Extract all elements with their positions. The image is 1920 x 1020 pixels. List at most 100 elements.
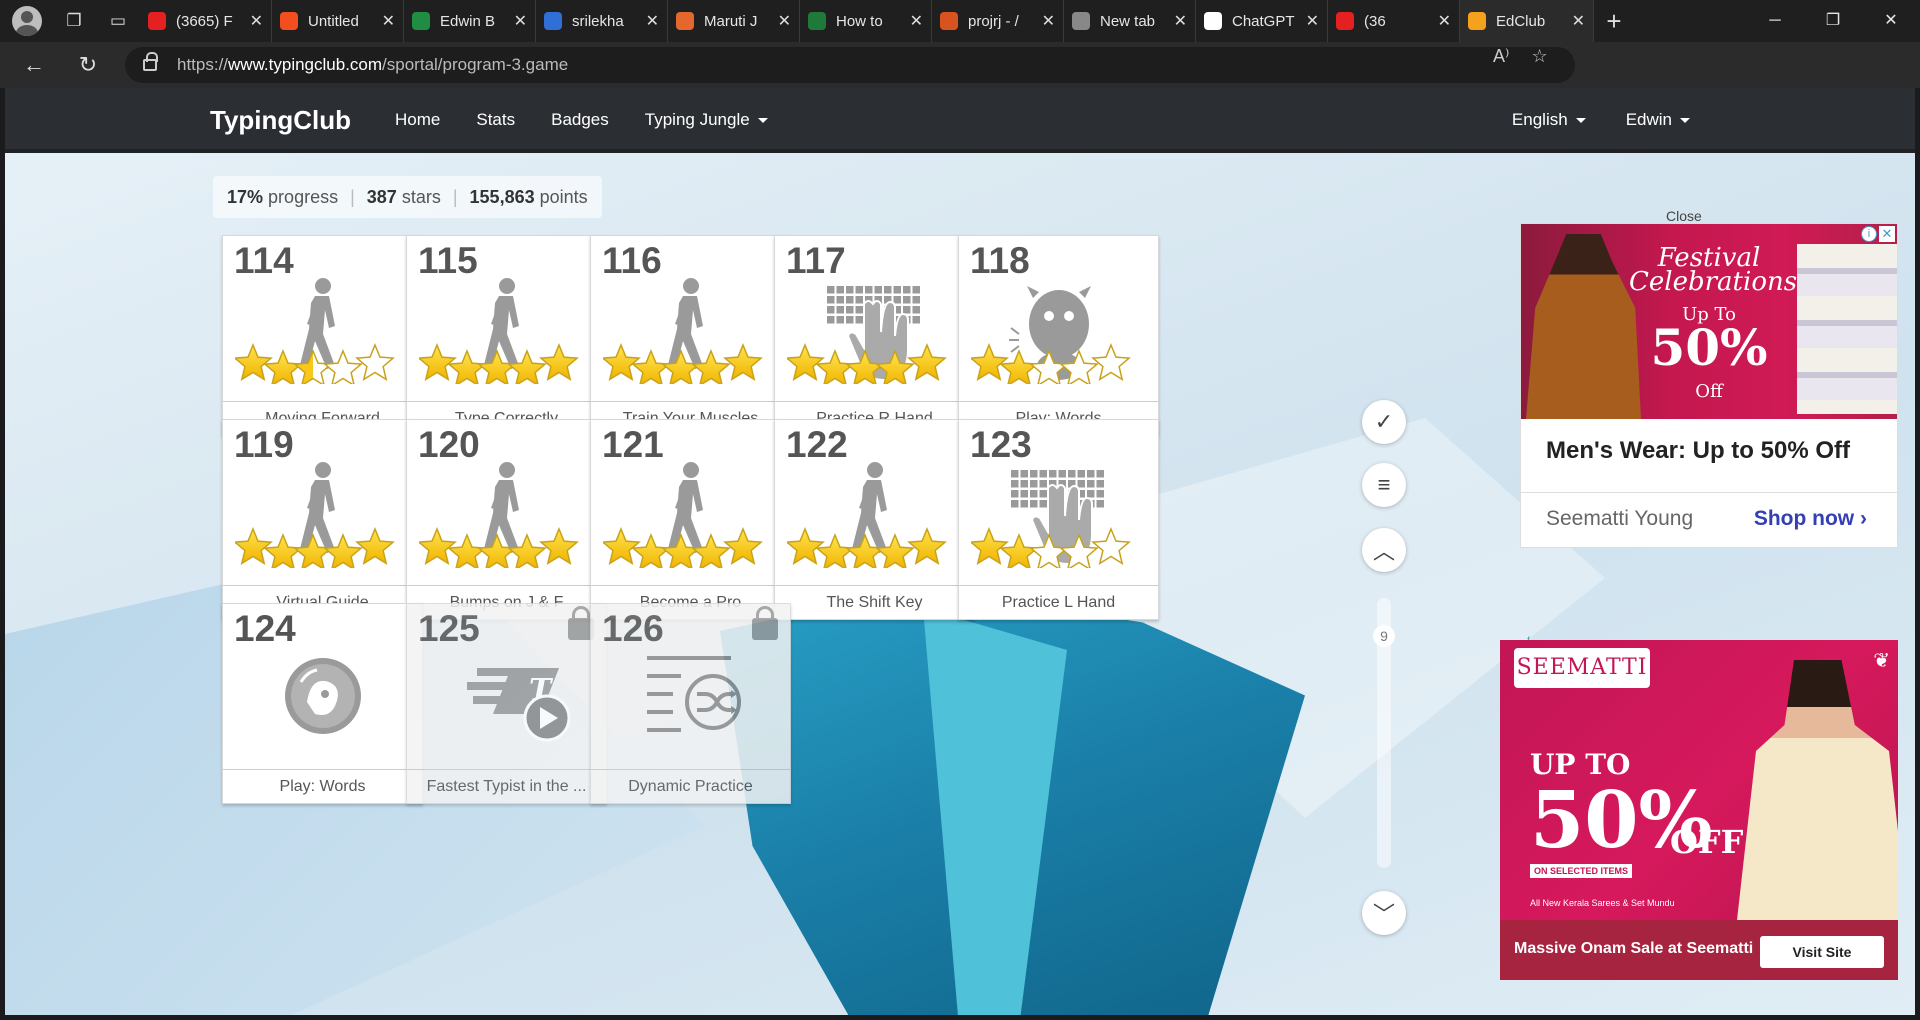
tab-close-icon[interactable]: ✕ xyxy=(1438,11,1451,31)
favorite-star-icon[interactable]: ☆ xyxy=(1531,46,1547,67)
star-icon xyxy=(691,349,731,387)
ad-close-link[interactable]: Close xyxy=(1666,208,1702,224)
tab-close-icon[interactable]: ✕ xyxy=(778,11,791,31)
url-bar[interactable]: https://www.typingclub.com/sportal/progr… xyxy=(125,47,1575,83)
tab-title: New tab xyxy=(1100,12,1156,30)
workspaces-icon[interactable]: ❐ xyxy=(60,7,88,35)
menu-button[interactable]: ≡ xyxy=(1362,463,1406,507)
tab-close-icon[interactable]: ✕ xyxy=(1174,11,1187,31)
tab-close-icon[interactable]: ✕ xyxy=(514,11,527,31)
ad-brand-mark-icon: ❦ xyxy=(1873,650,1890,672)
star-icon xyxy=(691,533,731,571)
site-logo[interactable]: TypingClub xyxy=(210,105,351,136)
lesson-card[interactable]: 123 Practice L Hand xyxy=(958,419,1159,620)
browser-tab[interactable]: How to ✕ xyxy=(800,0,932,42)
lesson-card[interactable]: 118Play: Words xyxy=(958,235,1159,436)
nav-home[interactable]: Home xyxy=(395,110,440,130)
language-dropdown[interactable]: English xyxy=(1512,110,1586,130)
ad-seematti-mens[interactable]: Close Festival Celebrations Up To 50% Of… xyxy=(1520,208,1898,548)
scroll-down-button[interactable]: ﹀ xyxy=(1362,891,1406,935)
tab-close-icon[interactable]: ✕ xyxy=(1042,11,1055,31)
lesson-card[interactable]: 116Train Your Muscles xyxy=(590,235,791,436)
tab-title: How to xyxy=(836,12,883,30)
minimize-button[interactable]: ─ xyxy=(1746,0,1804,42)
lesson-card[interactable]: 120Bumps on J & F xyxy=(406,419,607,620)
tab-title: (36 xyxy=(1364,12,1386,30)
user-dropdown[interactable]: Edwin xyxy=(1626,110,1690,130)
star-icon xyxy=(815,349,855,387)
browser-tab[interactable]: srilekha ✕ xyxy=(536,0,668,42)
lesson-card[interactable]: 115Type Correctly xyxy=(406,235,607,436)
star-icon xyxy=(969,527,1009,565)
lesson-card[interactable]: 121Become a Pro xyxy=(590,419,791,620)
star-icon xyxy=(875,533,915,571)
browser-tab[interactable]: ChatGPT ✕ xyxy=(1196,0,1328,42)
browser-tab[interactable]: Edwin B ✕ xyxy=(404,0,536,42)
star-icon xyxy=(507,349,547,387)
star-icon xyxy=(1091,343,1131,381)
lesson-card[interactable]: 119Virtual Guide xyxy=(222,419,423,620)
tab-title: Untitled xyxy=(308,12,359,30)
tab-favicon-icon xyxy=(1468,12,1486,30)
star-icon xyxy=(477,349,517,387)
profile-avatar-icon[interactable] xyxy=(12,6,42,36)
star-icon xyxy=(355,527,395,565)
window-controls: ─ ❐ ✕ xyxy=(1746,0,1920,42)
star-icon xyxy=(263,533,303,571)
tab-close-icon[interactable]: ✕ xyxy=(382,11,395,31)
star-icon xyxy=(845,533,885,571)
browser-tab[interactable]: EdClub ✕ xyxy=(1460,0,1594,42)
star-icon xyxy=(723,527,763,565)
lesson-card[interactable]: 122 The Shift Key xyxy=(774,419,975,620)
back-icon[interactable]: ← xyxy=(14,52,54,78)
star-icon xyxy=(539,527,579,565)
tab-close-icon[interactable]: ✕ xyxy=(1572,11,1585,31)
browser-tab-bar: ❐ ▭ (3665) F ✕ Untitled ✕ Edwin B ✕ srilekha ✕ M… xyxy=(0,0,1920,42)
restore-button[interactable]: ❐ xyxy=(1804,0,1862,42)
nav-badges[interactable]: Badges xyxy=(551,110,609,130)
browser-tab[interactable]: projrj - / ✕ xyxy=(932,0,1064,42)
lesson-card[interactable]: 124 Play: Words xyxy=(222,603,423,804)
ad-close-icon[interactable]: ✕ xyxy=(1879,226,1895,242)
star-icon xyxy=(1029,349,1069,387)
browser-tab[interactable]: New tab ✕ xyxy=(1064,0,1196,42)
ad-off: Off xyxy=(1695,381,1723,402)
ad-shop-now-link[interactable]: Shop now › xyxy=(1754,507,1867,531)
user-name: Edwin xyxy=(1625,110,1672,129)
tab-title: EdClub xyxy=(1496,12,1546,30)
ad-bar-text: Massive Onam Sale at Seematti xyxy=(1514,940,1754,957)
read-aloud-icon[interactable]: A⁾ xyxy=(1493,46,1509,67)
tab-close-icon[interactable]: ✕ xyxy=(910,11,923,31)
star-icon xyxy=(293,533,333,571)
star-rating xyxy=(417,522,599,571)
new-tab-button[interactable]: + xyxy=(1594,6,1634,37)
tab-title: (3665) F xyxy=(176,12,233,30)
ad-info-icon[interactable]: i xyxy=(1861,226,1877,242)
tab-close-icon[interactable]: ✕ xyxy=(1306,11,1319,31)
site-navbar: TypingClub Home Stats Badges Typing Jung… xyxy=(5,88,1915,153)
nav-stats[interactable]: Stats xyxy=(476,110,515,130)
url-prefix: https:// xyxy=(177,55,229,74)
checkmark-circle-button[interactable]: ✓ xyxy=(1362,400,1406,444)
browser-tab[interactable]: (3665) F ✕ xyxy=(140,0,272,42)
tab-actions-icon[interactable]: ▭ xyxy=(104,7,132,35)
ad-headline[interactable]: Men's Wear: Up to 50% Off xyxy=(1546,437,1850,465)
ad-seematti-onam[interactable]: SEEMATTI ❦ UP TO 50% OFF ON SELECTED ITE… xyxy=(1500,640,1898,980)
browser-address-row: ← ↻ https://www.typingclub.com/sportal/p… xyxy=(0,42,1920,119)
star-icon xyxy=(631,533,671,571)
tab-close-icon[interactable]: ✕ xyxy=(646,11,659,31)
browser-tab[interactable]: Maruti J ✕ xyxy=(668,0,800,42)
nav-typing-jungle[interactable]: Typing Jungle xyxy=(645,110,768,130)
ad-visit-site-button[interactable]: Visit Site xyxy=(1760,936,1884,968)
refresh-icon[interactable]: ↻ xyxy=(68,52,108,78)
ad-shop-now-label: Shop now xyxy=(1753,507,1855,530)
close-window-button[interactable]: ✕ xyxy=(1862,0,1920,42)
lesson-card[interactable]: 117Practice R Hand xyxy=(774,235,975,436)
star-rating xyxy=(601,522,783,571)
browser-tab[interactable]: (36 ✕ xyxy=(1328,0,1460,42)
tab-close-icon[interactable]: ✕ xyxy=(250,11,263,31)
ad-banner-image[interactable]: Festival Celebrations Up To 50% Off xyxy=(1521,224,1897,419)
browser-tab[interactable]: Untitled ✕ xyxy=(272,0,404,42)
scroll-up-button[interactable]: ︿ xyxy=(1362,528,1406,572)
lesson-card[interactable]: 114Moving Forward xyxy=(222,235,423,436)
